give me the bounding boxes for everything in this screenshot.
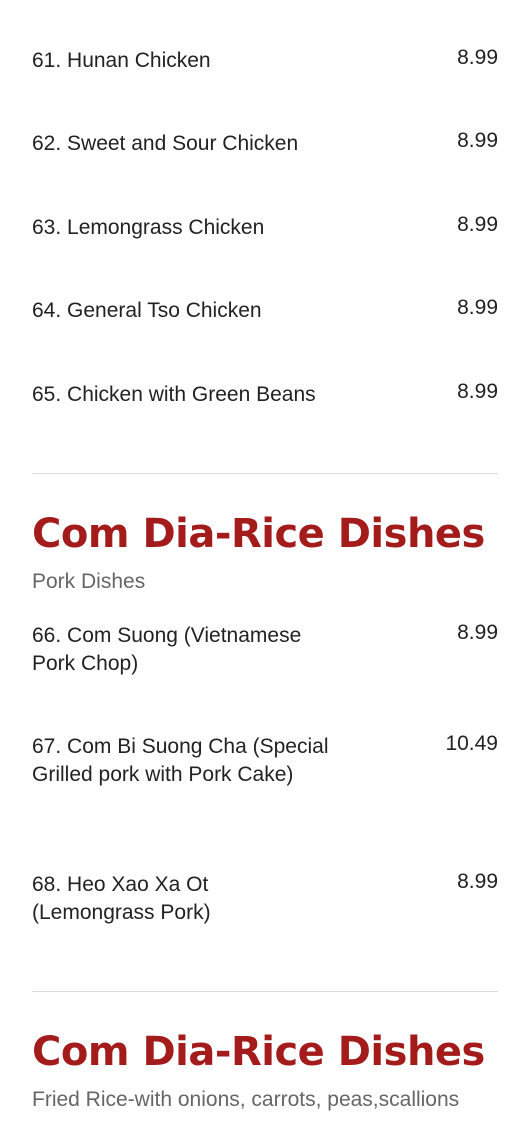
menu-item-price: 8.99	[457, 870, 498, 893]
section-subtitle: Fried Rice-with onions, carrots, peas,sc…	[32, 1088, 460, 1111]
menu-item-price: 8.99	[457, 621, 498, 644]
menu-item-price: 8.99	[457, 213, 498, 236]
menu-item-price: 8.99	[457, 46, 498, 69]
section-divider	[32, 991, 498, 992]
menu-item-name: 67. Com Bi Suong Cha (Special Grilled po…	[32, 735, 329, 786]
menu-item-name: 64. General Tso Chicken	[32, 299, 262, 322]
menu-item-name: 61. Hunan Chicken	[32, 49, 211, 72]
menu-item-name: 62. Sweet and Sour Chicken	[32, 132, 299, 155]
section-title: Com Dia-Rice Dishes	[32, 511, 485, 557]
menu-item-name: 66. Com Suong (Vietnamese Pork Chop)	[32, 624, 302, 675]
menu-item-name: 65. Chicken with Green Beans	[32, 383, 316, 406]
menu-item-name: 68. Heo Xao Xa Ot (Lemongrass Pork)	[32, 873, 211, 924]
section-divider	[32, 473, 498, 474]
section-subtitle: Pork Dishes	[32, 570, 146, 593]
menu-item-name: 63. Lemongrass Chicken	[32, 216, 265, 239]
menu-item-price: 8.99	[457, 380, 498, 403]
menu-item-price: 8.99	[457, 296, 498, 319]
section-title: Com Dia-Rice Dishes	[32, 1029, 485, 1075]
menu-item-price: 10.49	[445, 732, 498, 755]
menu-item-price: 8.99	[457, 129, 498, 152]
